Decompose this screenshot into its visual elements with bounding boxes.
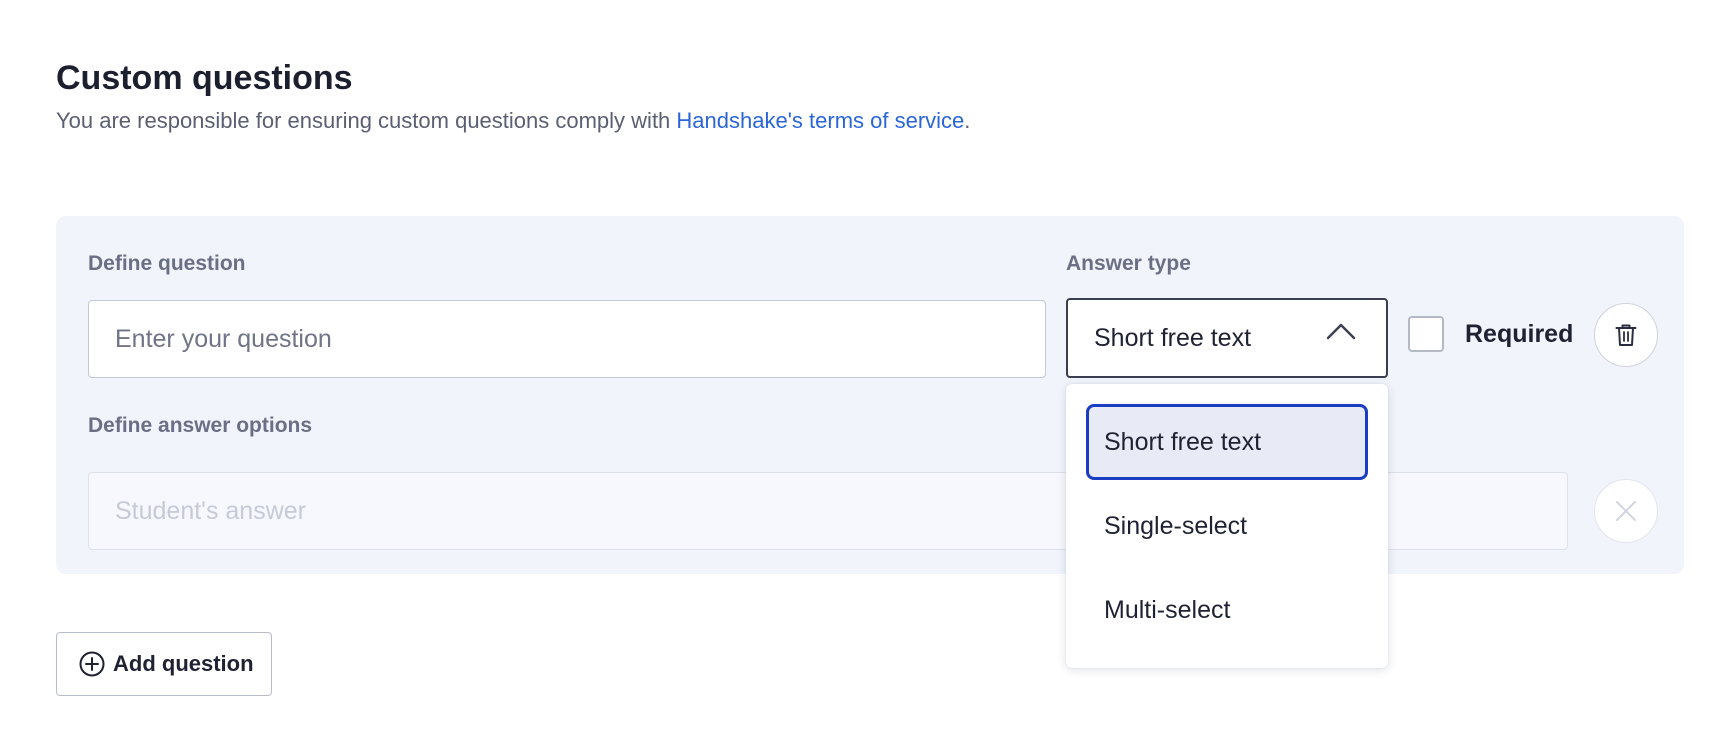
subtitle-text: You are responsible for ensuring custom … (56, 108, 677, 133)
answer-type-select[interactable]: Short free text (1066, 298, 1388, 378)
answer-type-selected-value: Short free text (1094, 323, 1252, 352)
plus-circle-icon (79, 651, 105, 677)
add-question-button[interactable]: Add question (56, 632, 272, 696)
answer-type-dropdown: Short free text Single-select Multi-sele… (1066, 384, 1388, 668)
chevron-up-icon (1326, 323, 1356, 340)
trash-icon (1615, 324, 1637, 346)
answer-type-label: Answer type (1066, 252, 1191, 275)
subtitle-period: . (964, 108, 971, 133)
clear-answer-button (1594, 479, 1658, 543)
page-subtitle: You are responsible for ensuring custom … (56, 106, 970, 136)
terms-of-service-link[interactable]: Handshake's terms of service (676, 108, 964, 133)
answer-type-option-single-select[interactable]: Single-select (1086, 488, 1368, 564)
required-label: Required (1465, 320, 1574, 348)
student-answer-placeholder: Student's answer (115, 496, 306, 525)
answer-type-option-multi-select[interactable]: Multi-select (1086, 572, 1368, 648)
delete-question-button[interactable] (1594, 303, 1658, 367)
add-question-label: Add question (113, 651, 254, 676)
define-answer-options-label: Define answer options (88, 414, 313, 437)
answer-type-option-short-free-text[interactable]: Short free text (1086, 404, 1368, 480)
question-card: Define question Enter your question Answ… (56, 216, 1684, 574)
define-question-label: Define question (88, 252, 246, 275)
page-title: Custom questions (56, 59, 353, 97)
required-checkbox[interactable] (1408, 316, 1444, 352)
close-icon (1616, 501, 1636, 521)
question-input-placeholder: Enter your question (115, 324, 332, 353)
question-input[interactable]: Enter your question (88, 300, 1046, 378)
